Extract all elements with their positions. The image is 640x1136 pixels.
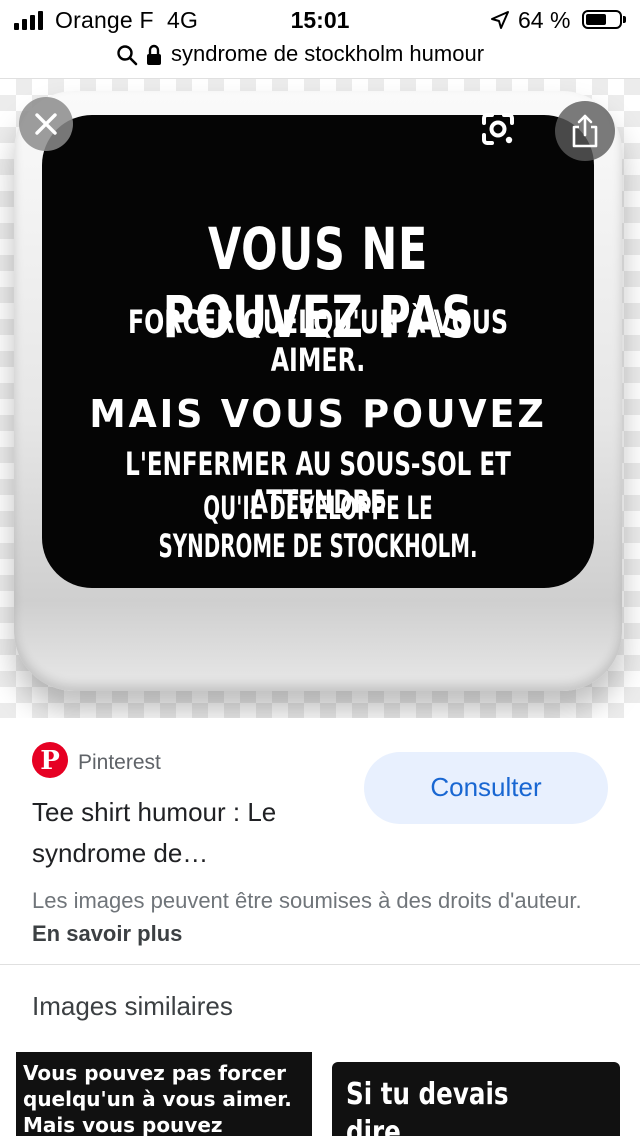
image-text-line-3: MAIS VOUS POUVEZ bbox=[89, 392, 547, 436]
copyright-notice: Les images peuvent être soumises à des d… bbox=[32, 884, 592, 950]
image-viewer[interactable]: VOUS NE POUVEZ PAS FORCER QUELQU'UN À VO… bbox=[0, 79, 640, 718]
url-text: syndrome de stockholm humour bbox=[171, 41, 485, 66]
image-text-line-2: FORCER QUELQU'UN À VOUS AIMER. bbox=[128, 303, 508, 379]
status-bar: Orange F 4G 15:01 64 % bbox=[0, 0, 640, 40]
similar-image-thumbnail[interactable]: Vous pouvez pas forcer quelqu'un à vous … bbox=[16, 1052, 312, 1136]
battery-icon bbox=[582, 10, 626, 29]
close-button[interactable] bbox=[19, 97, 73, 151]
share-icon bbox=[572, 114, 598, 148]
source-name: Pinterest bbox=[78, 751, 161, 774]
learn-more-link[interactable]: En savoir plus bbox=[32, 921, 182, 946]
battery-percent: 64 % bbox=[518, 7, 571, 33]
lens-search-button[interactable] bbox=[470, 101, 526, 157]
thumbnail-text: Si tu devais dire " JE T'AIME " à bbox=[346, 1077, 509, 1136]
preview-image: VOUS NE POUVEZ PAS FORCER QUELQU'UN À VO… bbox=[14, 91, 622, 691]
image-black-panel: VOUS NE POUVEZ PAS FORCER QUELQU'UN À VO… bbox=[42, 115, 594, 588]
close-icon bbox=[35, 113, 57, 135]
thumbnail-panel: Si tu devais dire " JE T'AIME " à bbox=[332, 1062, 620, 1136]
lock-icon bbox=[147, 44, 161, 65]
divider bbox=[0, 964, 640, 965]
share-button[interactable] bbox=[555, 101, 615, 161]
pinterest-logo-icon: P bbox=[32, 742, 68, 778]
location-arrow-icon bbox=[491, 11, 509, 29]
copyright-text: Les images peuvent être soumises à des d… bbox=[32, 888, 582, 913]
address-bar[interactable]: syndrome de stockholm humour bbox=[0, 40, 640, 79]
thumbnail-text: Vous pouvez pas forcer quelqu'un à vous … bbox=[23, 1061, 292, 1136]
result-title[interactable]: Tee shirt humour : Le syndrome de… bbox=[32, 792, 352, 874]
visit-button[interactable]: Consulter bbox=[364, 752, 608, 824]
image-text-line-5: QU'IL DÉVELOPPE LE SYNDROME DE STOCKHOLM… bbox=[158, 489, 478, 565]
lens-icon bbox=[482, 113, 514, 145]
similar-images-heading: Images similaires bbox=[32, 991, 233, 1021]
search-icon bbox=[117, 45, 138, 66]
similar-image-thumbnail[interactable]: Si tu devais dire " JE T'AIME " à bbox=[328, 1052, 624, 1136]
